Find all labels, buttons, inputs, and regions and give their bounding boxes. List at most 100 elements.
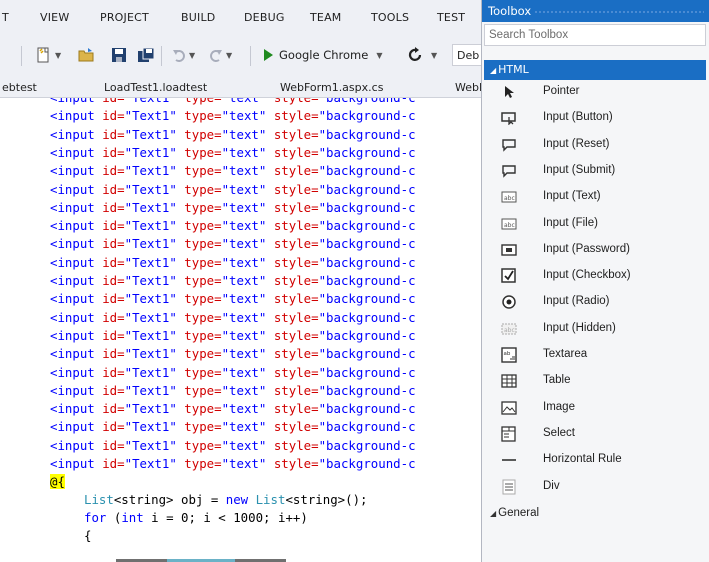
code-token: style= [266, 126, 319, 142]
code-line[interactable]: <input id="Text1" type="text" style="bac… [50, 235, 416, 253]
solution-configuration-dropdown[interactable]: Deb [452, 44, 484, 66]
refresh-button[interactable]: ▼ [407, 46, 437, 64]
menu-item-truncated[interactable]: T [2, 11, 9, 24]
toolbox-item-input-checkbox[interactable]: Input (Checkbox) [484, 263, 706, 289]
code-line[interactable]: <input id="Text1" type="text" style="bac… [50, 98, 416, 107]
toolbox-item-textarea[interactable]: ab Textarea [484, 342, 706, 368]
menu-item-test[interactable]: TEST [437, 11, 465, 24]
code-token: type= [176, 382, 222, 398]
menu-item-view[interactable]: VIEW [40, 11, 69, 24]
toolbox-item-select[interactable]: Select [484, 421, 706, 447]
code-line-cutoff[interactable] [116, 547, 286, 562]
toolbox-group-html[interactable]: ◢ HTML [484, 60, 706, 80]
toolbox-item-input-radio[interactable]: Input (Radio) [484, 289, 706, 315]
toolbox-item-horizontal-rule[interactable]: Horizontal Rule [484, 447, 706, 473]
code-token: id= [94, 364, 125, 380]
code-line[interactable]: <input id="Text1" type="text" style="bac… [50, 126, 416, 144]
code-token: "background-c [318, 254, 416, 270]
toolbox-item-input-submit[interactable]: Input (Submit) [484, 158, 706, 184]
code-token: <input [50, 254, 95, 270]
code-token: { [84, 528, 92, 543]
menu-item-team[interactable]: TEAM [310, 11, 342, 24]
toolbox-item-input-hidden[interactable]: abc Input (Hidden) [484, 316, 706, 342]
code-line[interactable]: <input id="Text1" type="text" style="bac… [50, 309, 416, 327]
code-line[interactable]: <input id="Text1" type="text" style="bac… [50, 400, 416, 418]
toolbox-item-pointer[interactable]: Pointer [484, 79, 706, 105]
code-token: "background-c [318, 346, 416, 362]
code-token: id= [94, 346, 125, 362]
code-line[interactable]: <input id="Text1" type="text" style="bac… [50, 254, 416, 272]
toolbox-item-table[interactable]: Table [484, 368, 706, 394]
svg-text:abc: abc [504, 222, 515, 229]
toolbox-item-input-password[interactable]: Input (Password) [484, 237, 706, 263]
menu-item-build[interactable]: BUILD [181, 11, 215, 24]
toolbox-item-div[interactable]: Div [484, 474, 706, 500]
code-token: <input [50, 382, 95, 398]
code-line[interactable]: @{ [50, 473, 65, 491]
code-line[interactable]: <input id="Text1" type="text" style="bac… [50, 418, 416, 436]
code-token: id= [94, 291, 125, 307]
code-line[interactable]: <input id="Text1" type="text" style="bac… [50, 437, 416, 455]
code-line[interactable]: <input id="Text1" type="text" style="bac… [50, 382, 416, 400]
menu-item-debug[interactable]: DEBUG [244, 11, 285, 24]
code-token: "Text1" [124, 199, 177, 215]
code-line[interactable]: <input id="Text1" type="text" style="bac… [50, 144, 416, 162]
toolbox-search-input[interactable]: Search Toolbox [484, 24, 706, 46]
save-icon [112, 48, 126, 62]
code-token: id= [94, 401, 125, 417]
menu-item-project[interactable]: PROJECT [100, 11, 149, 24]
code-token: List [248, 492, 286, 507]
code-line[interactable]: <input id="Text1" type="text" style="bac… [50, 327, 416, 345]
code-line[interactable]: List<string> obj = new List<string>(); [84, 491, 368, 509]
save-all-button[interactable] [137, 46, 155, 64]
code-token: "background-c [318, 327, 416, 343]
code-line[interactable]: <input id="Text1" type="text" style="bac… [50, 181, 416, 199]
code-line[interactable]: for (int i = 0; i < 1000; i++) [84, 509, 308, 527]
code-token: style= [266, 254, 319, 270]
menu-bar: T VIEW PROJECT BUILD DEBUG TEAM TOOLS TE… [0, 0, 481, 34]
code-token: <input [50, 108, 95, 124]
code-line[interactable]: <input id="Text1" type="text" style="bac… [50, 455, 416, 473]
tab-webtest[interactable]: ebtest [2, 81, 37, 94]
code-line[interactable]: <input id="Text1" type="text" style="bac… [50, 290, 416, 308]
toolbox-item-image[interactable]: Image [484, 395, 706, 421]
code-token: "background-c [318, 401, 416, 417]
code-token: "Text1" [124, 291, 177, 307]
code-token: "Text1" [124, 126, 177, 142]
code-token: ( [106, 510, 122, 525]
code-line[interactable]: { [84, 527, 91, 545]
code-token: "Text1" [124, 364, 177, 380]
redo-button[interactable]: ▼ [209, 46, 232, 64]
code-token: type= [176, 437, 222, 453]
code-line[interactable]: <input id="Text1" type="text" style="bac… [50, 345, 416, 363]
code-line[interactable]: <input id="Text1" type="text" style="bac… [50, 107, 416, 125]
toolbox-group-general[interactable]: ◢ General [490, 507, 539, 519]
toolbox-item-label: Pointer [543, 85, 580, 97]
toolbox-item-input-reset[interactable]: Input (Reset) [484, 132, 706, 158]
code-line[interactable]: <input id="Text1" type="text" style="bac… [50, 364, 416, 382]
tab-loadtest[interactable]: LoadTest1.loadtest [104, 81, 207, 94]
code-token: <input [50, 273, 95, 288]
code-token: type= [176, 291, 222, 307]
open-file-button[interactable] [78, 46, 96, 64]
toolbox-item-input-text[interactable]: abc Input (Text) [484, 184, 706, 210]
code-token: id= [94, 382, 125, 398]
code-editor[interactable]: <input id="Text1" type="text" style="bac… [0, 98, 481, 562]
toolbox-item-input-file[interactable]: abc Input (File) [484, 211, 706, 237]
code-line[interactable]: <input id="Text1" type="text" style="bac… [50, 199, 416, 217]
save-button[interactable] [111, 46, 127, 64]
menu-item-tools[interactable]: TOOLS [371, 11, 409, 24]
code-token: style= [266, 401, 319, 417]
toolbox-title-bar[interactable]: Toolbox [482, 0, 709, 22]
start-debugging-button[interactable]: Google Chrome ▼ [264, 46, 382, 64]
undo-button[interactable]: ▼ [172, 46, 195, 64]
toolbox-item-input-button[interactable]: Input (Button) [484, 105, 706, 131]
new-project-button[interactable]: ▼ [36, 46, 61, 64]
tab-webform-cs[interactable]: WebForm1.aspx.cs [280, 81, 383, 94]
code-line[interactable]: <input id="Text1" type="text" style="bac… [50, 217, 416, 235]
code-token: "Text1" [124, 327, 177, 343]
toolbar-separator [161, 46, 162, 66]
code-line[interactable]: <input id="Text1" type="text" style="bac… [50, 162, 416, 180]
code-line[interactable]: <input id="Text1" type="text" style="bac… [50, 272, 416, 290]
code-token: type= [176, 401, 222, 417]
